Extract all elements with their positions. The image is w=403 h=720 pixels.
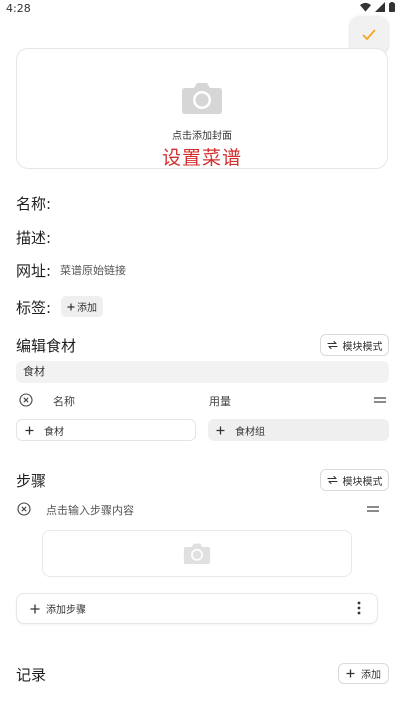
battery-icon bbox=[389, 2, 395, 12]
cover-hint: 点击添加封面 bbox=[172, 131, 232, 142]
drag-handle-icon[interactable] bbox=[374, 396, 386, 404]
swap-icon bbox=[326, 340, 338, 350]
add-tag-button[interactable]: 添加 bbox=[61, 296, 103, 317]
steps-mode-label: 模块模式 bbox=[342, 476, 383, 488]
camera-icon bbox=[182, 83, 222, 114]
check-icon bbox=[362, 29, 376, 40]
ingredients-mode-button[interactable]: 模块模式 bbox=[320, 334, 389, 356]
plus-icon bbox=[216, 426, 225, 434]
remove-step-icon[interactable] bbox=[17, 502, 31, 516]
url-label: 网址: bbox=[16, 262, 52, 280]
ingredient-group-header[interactable]: 食材 bbox=[16, 361, 389, 383]
more-vertical-icon[interactable] bbox=[356, 601, 362, 615]
add-record-button[interactable]: 添加 bbox=[338, 663, 389, 684]
name-label: 名称: bbox=[16, 195, 52, 213]
records-title: 记录 bbox=[16, 666, 47, 684]
add-tag-label: 添加 bbox=[77, 303, 97, 314]
ingredients-title: 编辑食材 bbox=[16, 337, 77, 355]
tags-label: 标签: bbox=[16, 299, 52, 317]
description-label: 描述: bbox=[16, 229, 52, 247]
add-ingredient-group-label: 食材组 bbox=[235, 426, 265, 438]
cover-image-picker[interactable]: 点击添加封面 设置菜谱 bbox=[16, 48, 388, 169]
step-image-picker[interactable] bbox=[42, 530, 352, 577]
add-ingredient-group-button[interactable]: 食材组 bbox=[208, 419, 389, 441]
add-record-label: 添加 bbox=[361, 670, 381, 681]
plus-icon bbox=[346, 669, 355, 678]
status-time: 4:28 bbox=[6, 2, 31, 15]
ingredient-name-input[interactable]: 名称 bbox=[53, 393, 75, 409]
plus-icon bbox=[67, 303, 75, 310]
swap-icon bbox=[326, 475, 338, 485]
drag-handle-icon[interactable] bbox=[367, 505, 379, 513]
signal-icon bbox=[375, 2, 385, 12]
status-icons bbox=[360, 2, 395, 12]
ingredients-mode-label: 模块模式 bbox=[342, 341, 383, 353]
plus-icon bbox=[30, 604, 40, 613]
add-ingredient-label: 食材 bbox=[44, 426, 64, 438]
add-step-bar: 添加步骤 bbox=[16, 593, 378, 624]
wifi-icon bbox=[360, 2, 371, 12]
step-content-input[interactable]: 点击输入步骤内容 bbox=[46, 502, 134, 518]
recipe-title: 设置菜谱 bbox=[161, 147, 242, 169]
remove-ingredient-icon[interactable] bbox=[19, 393, 33, 407]
add-step-button[interactable]: 添加步骤 bbox=[30, 601, 86, 616]
ingredient-amount-input[interactable]: 用量 bbox=[209, 393, 231, 409]
steps-title: 步骤 bbox=[16, 472, 47, 490]
url-input[interactable]: 菜谱原始链接 bbox=[60, 262, 126, 278]
plus-icon bbox=[25, 426, 34, 434]
steps-mode-button[interactable]: 模块模式 bbox=[320, 469, 389, 491]
camera-icon bbox=[183, 543, 211, 564]
add-ingredient-button[interactable]: 食材 bbox=[16, 419, 196, 441]
add-step-label: 添加步骤 bbox=[46, 605, 86, 616]
